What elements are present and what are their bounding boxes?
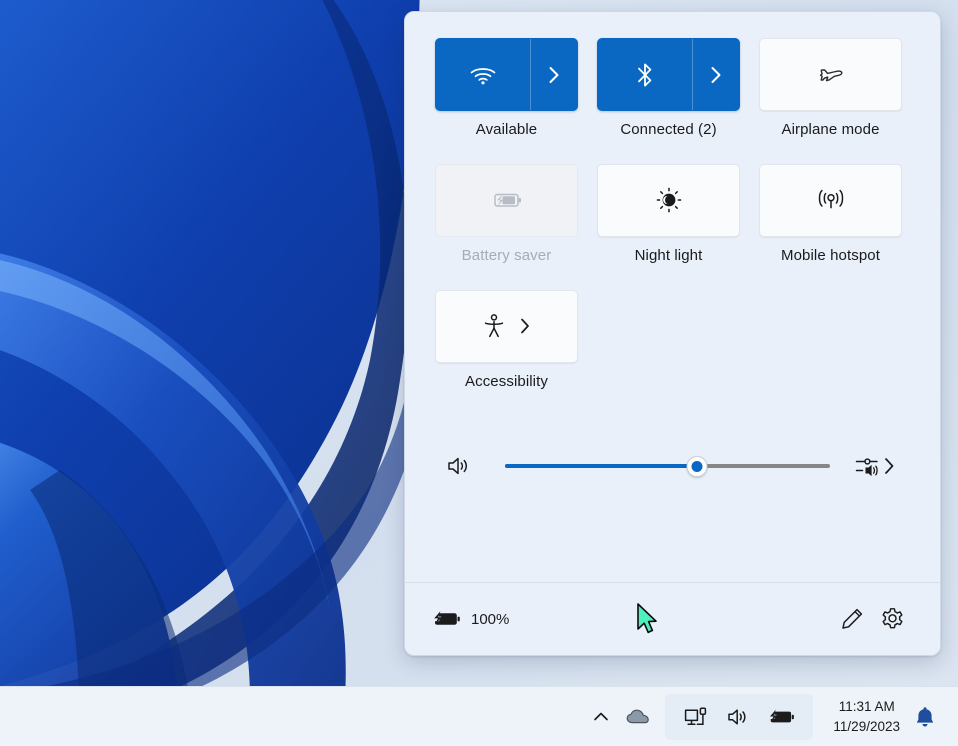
- quick-settings-footer: 100%: [405, 582, 940, 655]
- quick-setting-wifi-label: Available: [476, 121, 538, 140]
- tile-cell-accessibility: Accessibility: [435, 290, 578, 392]
- bluetooth-icon: [634, 60, 656, 90]
- pencil-icon: [839, 606, 865, 632]
- battery-charging-icon: [767, 706, 795, 728]
- quick-settings-panel: Available: [404, 11, 941, 656]
- clock-button[interactable]: 11:31 AM 11/29/2023: [819, 697, 912, 736]
- quick-settings-tile-grid-row2: Battery saver: [435, 164, 910, 266]
- quick-setting-battery-saver[interactable]: [435, 164, 578, 237]
- volume-mute-button[interactable]: [445, 454, 485, 478]
- speaker-icon: [726, 706, 750, 728]
- quick-settings-tile-grid: Available: [435, 38, 910, 140]
- tile-cell-night-light: Night light: [597, 164, 740, 266]
- tile-cell-bluetooth: Connected (2): [597, 38, 740, 140]
- quick-setting-airplane-mode[interactable]: [759, 38, 902, 111]
- tile-row-spacer-2: [435, 266, 910, 290]
- quick-setting-accessibility-label: Accessibility: [465, 373, 548, 392]
- airplane-icon: [816, 61, 846, 89]
- tile-cell-wifi: Available: [435, 38, 578, 140]
- chevron-right-icon: [708, 64, 724, 86]
- settings-button[interactable]: [872, 599, 912, 639]
- quick-setting-wifi[interactable]: [435, 38, 578, 111]
- quick-setting-bluetooth-label: Connected (2): [620, 121, 716, 140]
- battery-button[interactable]: [761, 695, 801, 739]
- bell-icon: [914, 705, 936, 729]
- audio-output-icon: [854, 453, 880, 479]
- clock-time: 11:31 AM: [839, 697, 895, 717]
- quick-settings-body: Available: [405, 12, 940, 582]
- volume-slider-fill: [505, 464, 697, 468]
- quick-setting-bluetooth[interactable]: [597, 38, 740, 111]
- tile-row-spacer: [435, 140, 910, 164]
- volume-button[interactable]: [720, 695, 756, 739]
- quick-setting-airplane-mode-label: Airplane mode: [781, 121, 879, 140]
- gear-icon: [879, 606, 906, 633]
- notifications-button[interactable]: [912, 705, 944, 729]
- tile-cell-battery-saver: Battery saver: [435, 164, 578, 266]
- night-light-icon: [655, 186, 683, 214]
- volume-slider-thumb[interactable]: [686, 456, 707, 477]
- system-tray-group[interactable]: [665, 694, 813, 740]
- quick-setting-mobile-hotspot-label: Mobile hotspot: [781, 247, 880, 266]
- edit-quick-settings-button[interactable]: [832, 599, 872, 639]
- battery-charging-icon: [431, 608, 461, 630]
- chevron-right-icon: [518, 316, 532, 336]
- show-hidden-icons-button[interactable]: [583, 695, 619, 739]
- battery-percentage: 100%: [471, 611, 509, 628]
- volume-output-picker[interactable]: [854, 453, 896, 479]
- quick-setting-accessibility[interactable]: [435, 290, 578, 363]
- speaker-icon: [445, 454, 471, 478]
- battery-status: 100%: [431, 608, 509, 630]
- onedrive-button[interactable]: [619, 695, 659, 739]
- quick-setting-night-light-label: Night light: [635, 247, 703, 266]
- taskbar: 11:31 AM 11/29/2023: [0, 686, 958, 746]
- chevron-right-icon: [546, 64, 562, 86]
- cloud-icon: [625, 706, 653, 728]
- chevron-up-icon: [591, 707, 611, 727]
- wifi-toggle-area[interactable]: [436, 39, 530, 110]
- bluetooth-toggle-area[interactable]: [598, 39, 692, 110]
- chevron-right-icon: [882, 455, 896, 477]
- tile-cell-empty-1: [597, 290, 740, 392]
- tile-cell-mobile-hotspot: Mobile hotspot: [759, 164, 902, 266]
- mobile-hotspot-icon: [815, 187, 847, 213]
- desktop: Available: [0, 0, 958, 746]
- wifi-icon: [468, 63, 498, 87]
- network-button[interactable]: [677, 695, 715, 739]
- tile-cell-airplane-mode: Airplane mode: [759, 38, 902, 140]
- battery-saver-icon: [490, 189, 524, 211]
- quick-setting-night-light[interactable]: [597, 164, 740, 237]
- accessibility-icon: [482, 312, 506, 340]
- bluetooth-expand-button[interactable]: [693, 39, 739, 110]
- quick-setting-battery-saver-label: Battery saver: [462, 247, 552, 266]
- volume-slider-row: [435, 453, 910, 479]
- quick-settings-tile-grid-row3: Accessibility: [435, 290, 910, 392]
- tile-cell-empty-2: [759, 290, 902, 392]
- quick-setting-mobile-hotspot[interactable]: [759, 164, 902, 237]
- clock-date: 11/29/2023: [833, 717, 900, 737]
- network-monitor-icon: [683, 705, 709, 729]
- wifi-expand-button[interactable]: [531, 39, 577, 110]
- volume-slider[interactable]: [505, 455, 830, 477]
